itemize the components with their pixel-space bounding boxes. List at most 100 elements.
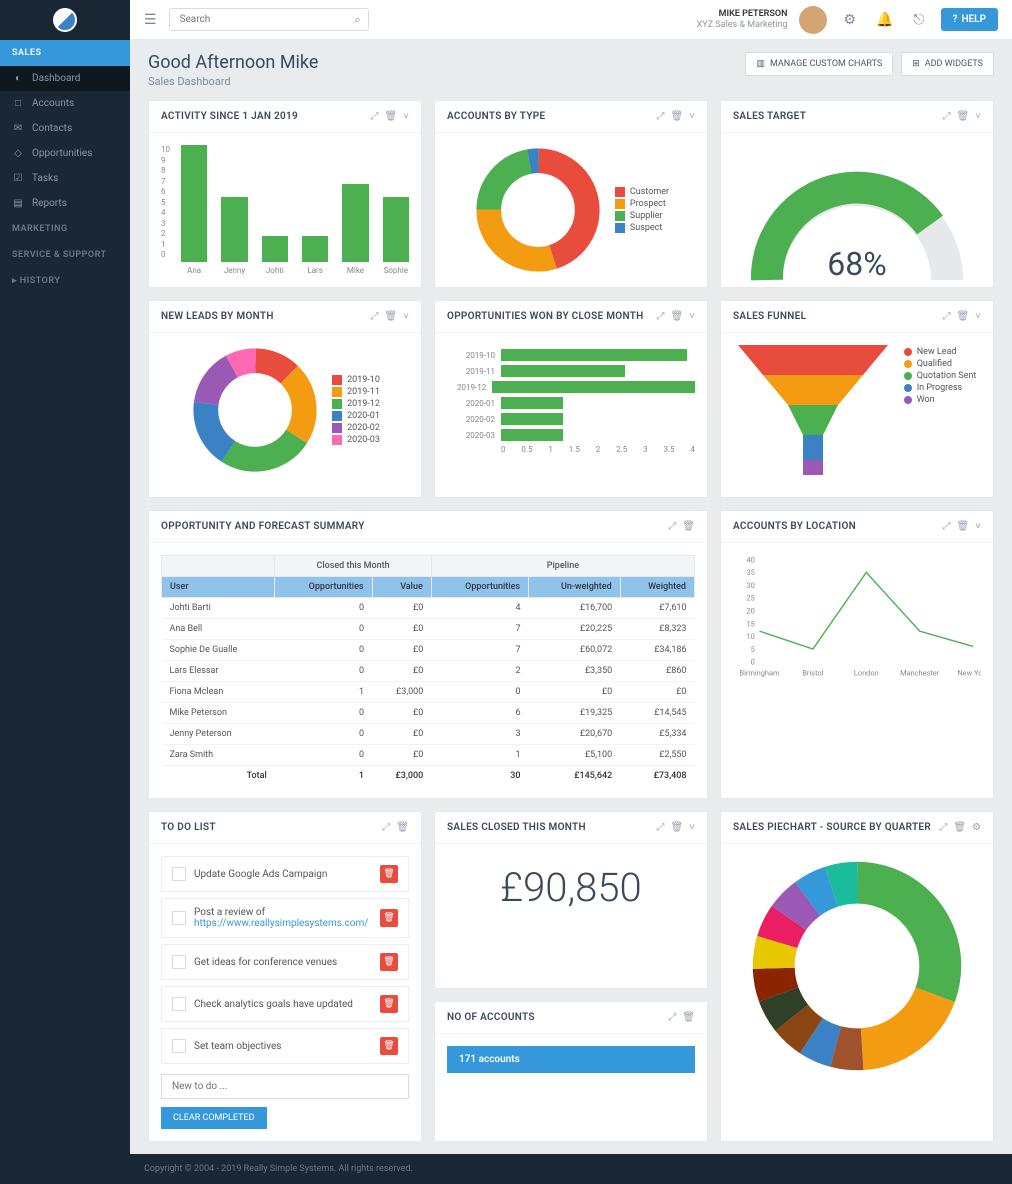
expand-icon[interactable]: ⤢ xyxy=(939,822,947,833)
logout-icon[interactable]: ⎋ xyxy=(909,12,928,28)
user-info[interactable]: MIKE PETERSON XYZ Sales & Marketing xyxy=(697,9,788,31)
nav-section-sales[interactable]: SALES xyxy=(0,40,130,66)
expand-icon[interactable]: ⤢ xyxy=(370,311,378,322)
todo-item[interactable]: Update Google Ads Campaign🗑 xyxy=(161,856,409,892)
delete-icon[interactable]: 🗑 xyxy=(380,909,398,927)
clear-completed-button[interactable]: CLEAR COMPLETED xyxy=(161,1107,267,1129)
delete-icon[interactable]: 🗑 xyxy=(670,311,683,322)
expand-icon[interactable]: ⤢ xyxy=(370,111,378,122)
nav-accounts[interactable]: □Accounts xyxy=(0,91,130,116)
forecast-table: Closed this MonthPipeline UserOpportunit… xyxy=(161,555,695,786)
svg-text:30: 30 xyxy=(747,581,755,590)
delete-icon[interactable]: 🗑 xyxy=(384,311,397,322)
topbar: ☰ ⌕ MIKE PETERSON XYZ Sales & Marketing … xyxy=(130,0,1012,40)
widget-sales-target: SALES TARGET⤢🗑˅ 68% xyxy=(720,100,994,288)
chevron-down-icon[interactable]: ˅ xyxy=(975,111,981,122)
accounts-icon: □ xyxy=(12,98,24,109)
delete-icon[interactable]: 🗑 xyxy=(682,521,695,532)
add-widgets-button[interactable]: ⊞ADD WIDGETS xyxy=(901,52,994,76)
tasks-icon: ☑ xyxy=(12,173,24,184)
delete-icon[interactable]: 🗑 xyxy=(396,822,409,833)
expand-icon[interactable]: ⤢ xyxy=(668,521,676,532)
checkbox[interactable] xyxy=(172,911,186,925)
delete-icon[interactable]: 🗑 xyxy=(953,822,966,833)
delete-icon[interactable]: 🗑 xyxy=(956,111,969,122)
chevron-down-icon[interactable]: ˅ xyxy=(689,111,695,122)
notifications-icon[interactable]: 🔔 xyxy=(872,12,897,28)
checkbox[interactable] xyxy=(172,997,186,1011)
nav-contacts[interactable]: ✉Contacts xyxy=(0,116,130,141)
delete-icon[interactable]: 🗑 xyxy=(670,822,683,833)
page-subtitle: Sales Dashboard xyxy=(148,75,318,88)
accounts-count: 171 accounts xyxy=(447,1046,695,1073)
nav-section-marketing[interactable]: MARKETING xyxy=(0,216,130,242)
nav-tasks[interactable]: ☑Tasks xyxy=(0,166,130,191)
checkbox[interactable] xyxy=(172,1039,186,1053)
delete-icon[interactable]: 🗑 xyxy=(380,1037,398,1055)
nav-dashboard[interactable]: ◐Dashboard xyxy=(0,66,130,91)
logo[interactable] xyxy=(0,0,130,40)
expand-icon[interactable]: ⤢ xyxy=(382,822,390,833)
chevron-down-icon[interactable]: ˅ xyxy=(975,521,981,532)
dashboard-icon: ◐ xyxy=(12,73,24,84)
delete-icon[interactable]: 🗑 xyxy=(670,111,683,122)
widget-location: ACCOUNTS BY LOCATION⤢🗑˅ 4035302520151050… xyxy=(720,510,994,799)
delete-icon[interactable]: 🗑 xyxy=(956,311,969,322)
svg-text:Manchester: Manchester xyxy=(900,669,940,678)
grid-icon: ⊞ xyxy=(912,59,920,69)
expand-icon[interactable]: ⤢ xyxy=(942,311,950,322)
nav-reports[interactable]: ▤Reports xyxy=(0,191,130,216)
expand-icon[interactable]: ⤢ xyxy=(668,1012,676,1023)
settings-icon[interactable]: ⚙ xyxy=(972,822,981,833)
expand-icon[interactable]: ⤢ xyxy=(656,111,664,122)
help-button[interactable]: ?HELP xyxy=(941,8,998,31)
menu-toggle-icon[interactable]: ☰ xyxy=(144,12,157,28)
todo-item[interactable]: Set team objectives🗑 xyxy=(161,1028,409,1064)
nav-section-history[interactable]: ▸ HISTORY xyxy=(0,268,130,294)
delete-icon[interactable]: 🗑 xyxy=(380,865,398,883)
search-icon[interactable]: ⌕ xyxy=(354,13,360,27)
widget-sales-closed: SALES CLOSED THIS MONTH⤢🗑˅ £90,850 xyxy=(434,811,708,989)
expand-icon[interactable]: ⤢ xyxy=(656,822,664,833)
svg-text:25: 25 xyxy=(747,594,755,603)
delete-icon[interactable]: 🗑 xyxy=(380,953,398,971)
svg-text:Bristol: Bristol xyxy=(802,669,823,678)
checkbox[interactable] xyxy=(172,955,186,969)
svg-text:35: 35 xyxy=(747,568,755,577)
chevron-down-icon[interactable]: ˅ xyxy=(403,311,409,322)
expand-icon[interactable]: ⤢ xyxy=(942,111,950,122)
nav-section-service[interactable]: SERVICE & SUPPORT xyxy=(0,242,130,268)
widget-todo: TO DO LIST⤢🗑 Update Google Ads Campaign🗑… xyxy=(148,811,422,1142)
delete-icon[interactable]: 🗑 xyxy=(380,995,398,1013)
settings-icon[interactable]: ⚙ xyxy=(839,12,860,28)
opportunities-icon: ◇ xyxy=(12,148,24,159)
todo-item[interactable]: Post a review of https://www.reallysimpl… xyxy=(161,898,409,938)
widget-num-accounts: NO OF ACCOUNTS⤢🗑 171 accounts xyxy=(434,1001,708,1143)
delete-icon[interactable]: 🗑 xyxy=(384,111,397,122)
nav-opportunities[interactable]: ◇Opportunities xyxy=(0,141,130,166)
search-input[interactable]: ⌕ xyxy=(169,8,369,31)
chevron-down-icon[interactable]: ˅ xyxy=(689,311,695,322)
chevron-down-icon[interactable]: ˅ xyxy=(403,111,409,122)
svg-text:London: London xyxy=(854,669,879,678)
delete-icon[interactable]: 🗑 xyxy=(682,1012,695,1023)
todo-item[interactable]: Check analytics goals have updated🗑 xyxy=(161,986,409,1022)
chevron-down-icon[interactable]: ˅ xyxy=(975,311,981,322)
svg-text:20: 20 xyxy=(747,607,755,616)
expand-icon[interactable]: ⤢ xyxy=(942,521,950,532)
chevron-down-icon[interactable]: ˅ xyxy=(689,822,695,833)
new-todo-input[interactable] xyxy=(161,1074,409,1099)
checkbox[interactable] xyxy=(172,867,186,881)
todo-item[interactable]: Get ideas for conference venues🗑 xyxy=(161,944,409,980)
widget-funnel: SALES FUNNEL⤢🗑˅ New LeadQualifiedQuotati… xyxy=(720,300,994,498)
expand-icon[interactable]: ⤢ xyxy=(656,311,664,322)
reports-icon: ▤ xyxy=(12,198,24,209)
manage-charts-button[interactable]: ▥MANAGE CUSTOM CHARTS xyxy=(745,52,893,76)
chart-icon: ▥ xyxy=(756,59,765,69)
sidebar: SALES ◐Dashboard □Accounts ✉Contacts ◇Op… xyxy=(0,0,130,1184)
delete-icon[interactable]: 🗑 xyxy=(956,521,969,532)
widget-pie-source: SALES PIECHART - SOURCE BY QUARTER⤢🗑⚙ xyxy=(720,811,994,1142)
svg-text:5: 5 xyxy=(751,645,755,654)
avatar[interactable] xyxy=(799,6,827,34)
svg-text:New York: New York xyxy=(957,669,981,678)
